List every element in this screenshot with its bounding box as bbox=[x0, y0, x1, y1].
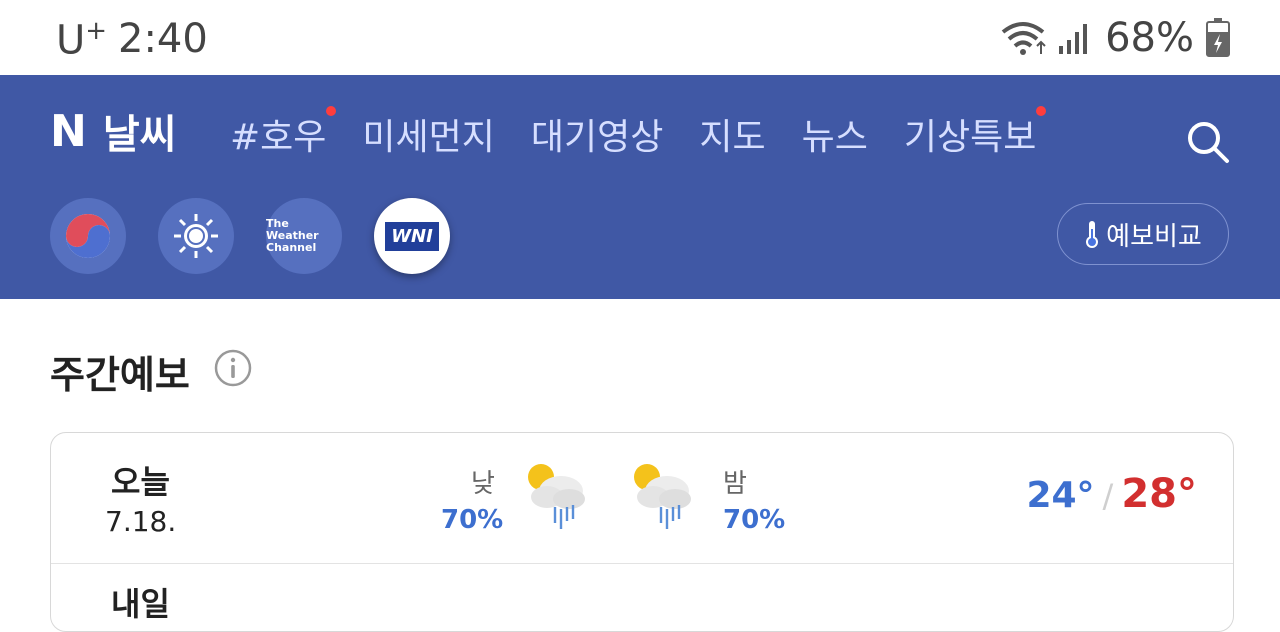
info-icon bbox=[214, 349, 252, 387]
nav-item-news[interactable]: 뉴스 bbox=[802, 108, 868, 160]
source-sun[interactable] bbox=[158, 198, 234, 274]
pm-precip-chance: 70% bbox=[723, 505, 786, 535]
thermometer-icon bbox=[1086, 221, 1099, 248]
clock: 2:40 bbox=[118, 16, 208, 62]
nav-item-satellite[interactable]: 대기영상 bbox=[531, 108, 663, 160]
pm-label: 밤 bbox=[723, 469, 747, 499]
day-label: 내일 bbox=[111, 585, 170, 623]
status-icons: 68% bbox=[999, 14, 1230, 62]
brand-link[interactable]: N 날씨 bbox=[50, 102, 176, 160]
partly-cloudy-rain-icon bbox=[521, 459, 591, 531]
brand-title: 날씨 bbox=[102, 112, 177, 158]
source-kma[interactable] bbox=[50, 198, 126, 274]
section-title: 주간예보 bbox=[50, 353, 190, 397]
nav-item-weather-warning[interactable]: 기상특보 bbox=[904, 106, 1047, 160]
day-date: 7.18. bbox=[105, 505, 177, 538]
high-temp: 28° bbox=[1121, 471, 1197, 517]
naver-logo: N bbox=[50, 105, 87, 157]
am-precip-chance: 70% bbox=[441, 505, 504, 535]
nav-item-fine-dust[interactable]: 미세먼지 bbox=[362, 108, 494, 160]
compare-label: 예보비교 bbox=[1106, 221, 1202, 252]
weekly-forecast-card: 오늘 7.18. 낮 70% 밤 70% 24° / 28° 내일 bbox=[50, 432, 1234, 632]
wifi-icon bbox=[999, 20, 1047, 56]
top-nav: #호우 미세먼지 대기영상 지도 뉴스 기상특보 bbox=[230, 106, 1047, 160]
status-bar: U+ 2:40 68% bbox=[0, 0, 1280, 75]
row-divider bbox=[51, 563, 1233, 564]
nav-item-heavy-rain[interactable]: #호우 bbox=[230, 106, 337, 160]
temperature-range: 24° / 28° bbox=[1026, 471, 1197, 517]
battery-percent: 68% bbox=[1105, 15, 1194, 61]
battery-charging-icon bbox=[1206, 18, 1230, 58]
wni-logo-text: WNI bbox=[385, 221, 439, 251]
search-icon bbox=[1188, 122, 1229, 163]
partly-cloudy-rain-icon bbox=[627, 459, 697, 531]
source-the-weather-channel[interactable]: The Weather Channel bbox=[266, 198, 342, 274]
day-label: 오늘 bbox=[111, 463, 170, 501]
kma-logo-icon bbox=[66, 214, 110, 258]
forecast-source-selector: The Weather Channel WNI bbox=[50, 198, 450, 274]
new-badge bbox=[326, 106, 337, 116]
temp-separator: / bbox=[1102, 477, 1114, 515]
twc-logo-text: The Weather Channel bbox=[266, 217, 319, 254]
forecast-compare-button[interactable]: 예보비교 bbox=[1057, 203, 1229, 265]
nav-item-map[interactable]: 지도 bbox=[699, 108, 765, 160]
low-temp: 24° bbox=[1026, 475, 1095, 516]
signal-icon bbox=[1059, 22, 1093, 54]
search-button[interactable] bbox=[1184, 118, 1232, 166]
am-label: 낮 bbox=[471, 469, 495, 499]
info-button[interactable] bbox=[214, 349, 252, 387]
carrier-label: U+ bbox=[56, 16, 108, 64]
sun-logo-icon bbox=[174, 214, 218, 258]
source-wni[interactable]: WNI bbox=[374, 198, 450, 274]
